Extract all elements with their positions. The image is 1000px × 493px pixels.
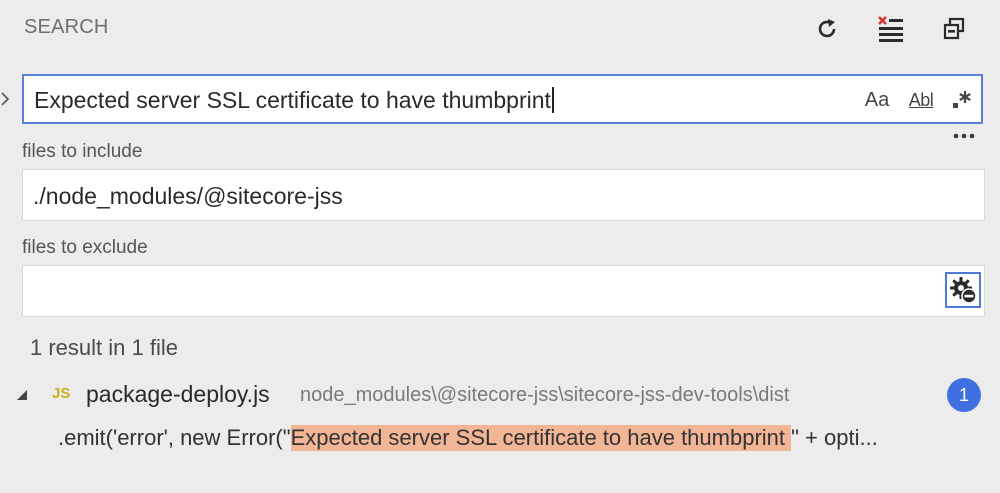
match-case-label: Aa (864, 88, 890, 111)
toggle-replace-chevron-icon[interactable] (0, 90, 10, 108)
match-line-text: .emit('error', new Error("Expected serve… (58, 425, 1000, 451)
text-caret (551, 87, 554, 113)
search-input[interactable]: Expected server SSL certificate to have … (22, 74, 983, 124)
whole-word-toggle[interactable]: Abl (904, 85, 938, 115)
exclude-input[interactable] (22, 265, 985, 317)
file-name: package-deploy.js (86, 381, 270, 407)
results-summary: 1 result in 1 file (30, 335, 178, 360)
panel-title: SEARCH (24, 16, 109, 38)
include-input[interactable]: ./node_modules/@sitecore-jss (22, 169, 985, 221)
match-after-text: " + opti... (791, 425, 878, 450)
file-path: node_modules\@sitecore-jss\sitecore-jss-… (300, 384, 790, 406)
expanded-triangle-icon[interactable] (16, 388, 28, 400)
match-highlight: Expected server SSL certificate to have … (290, 425, 792, 451)
search-query-text[interactable]: Expected server SSL certificate to have … (34, 87, 554, 114)
match-count-badge: 1 (947, 378, 981, 412)
exclude-label: files to exclude (22, 237, 148, 258)
include-value: ./node_modules/@sitecore-jss (33, 183, 343, 209)
gear-exclude-icon[interactable] (945, 272, 981, 308)
file-result-row[interactable]: JS package-deploy.js node_modules\@sitec… (0, 376, 1000, 416)
ellipsis-icon[interactable] (950, 126, 978, 146)
js-file-icon: JS (52, 385, 71, 402)
match-case-toggle[interactable]: Aa (862, 85, 892, 115)
match-result-row[interactable]: .emit('error', new Error("Expected serve… (0, 420, 1000, 458)
match-before-text: .emit('error', new Error(" (58, 425, 291, 450)
collapse-all-icon[interactable] (937, 12, 971, 46)
search-query-value: Expected server SSL certificate to have … (34, 87, 551, 113)
refresh-icon[interactable] (810, 12, 844, 46)
whole-word-label: Abl (908, 89, 934, 110)
clear-results-icon[interactable] (873, 12, 907, 46)
include-label: files to include (22, 141, 143, 162)
regex-icon[interactable] (946, 85, 976, 115)
